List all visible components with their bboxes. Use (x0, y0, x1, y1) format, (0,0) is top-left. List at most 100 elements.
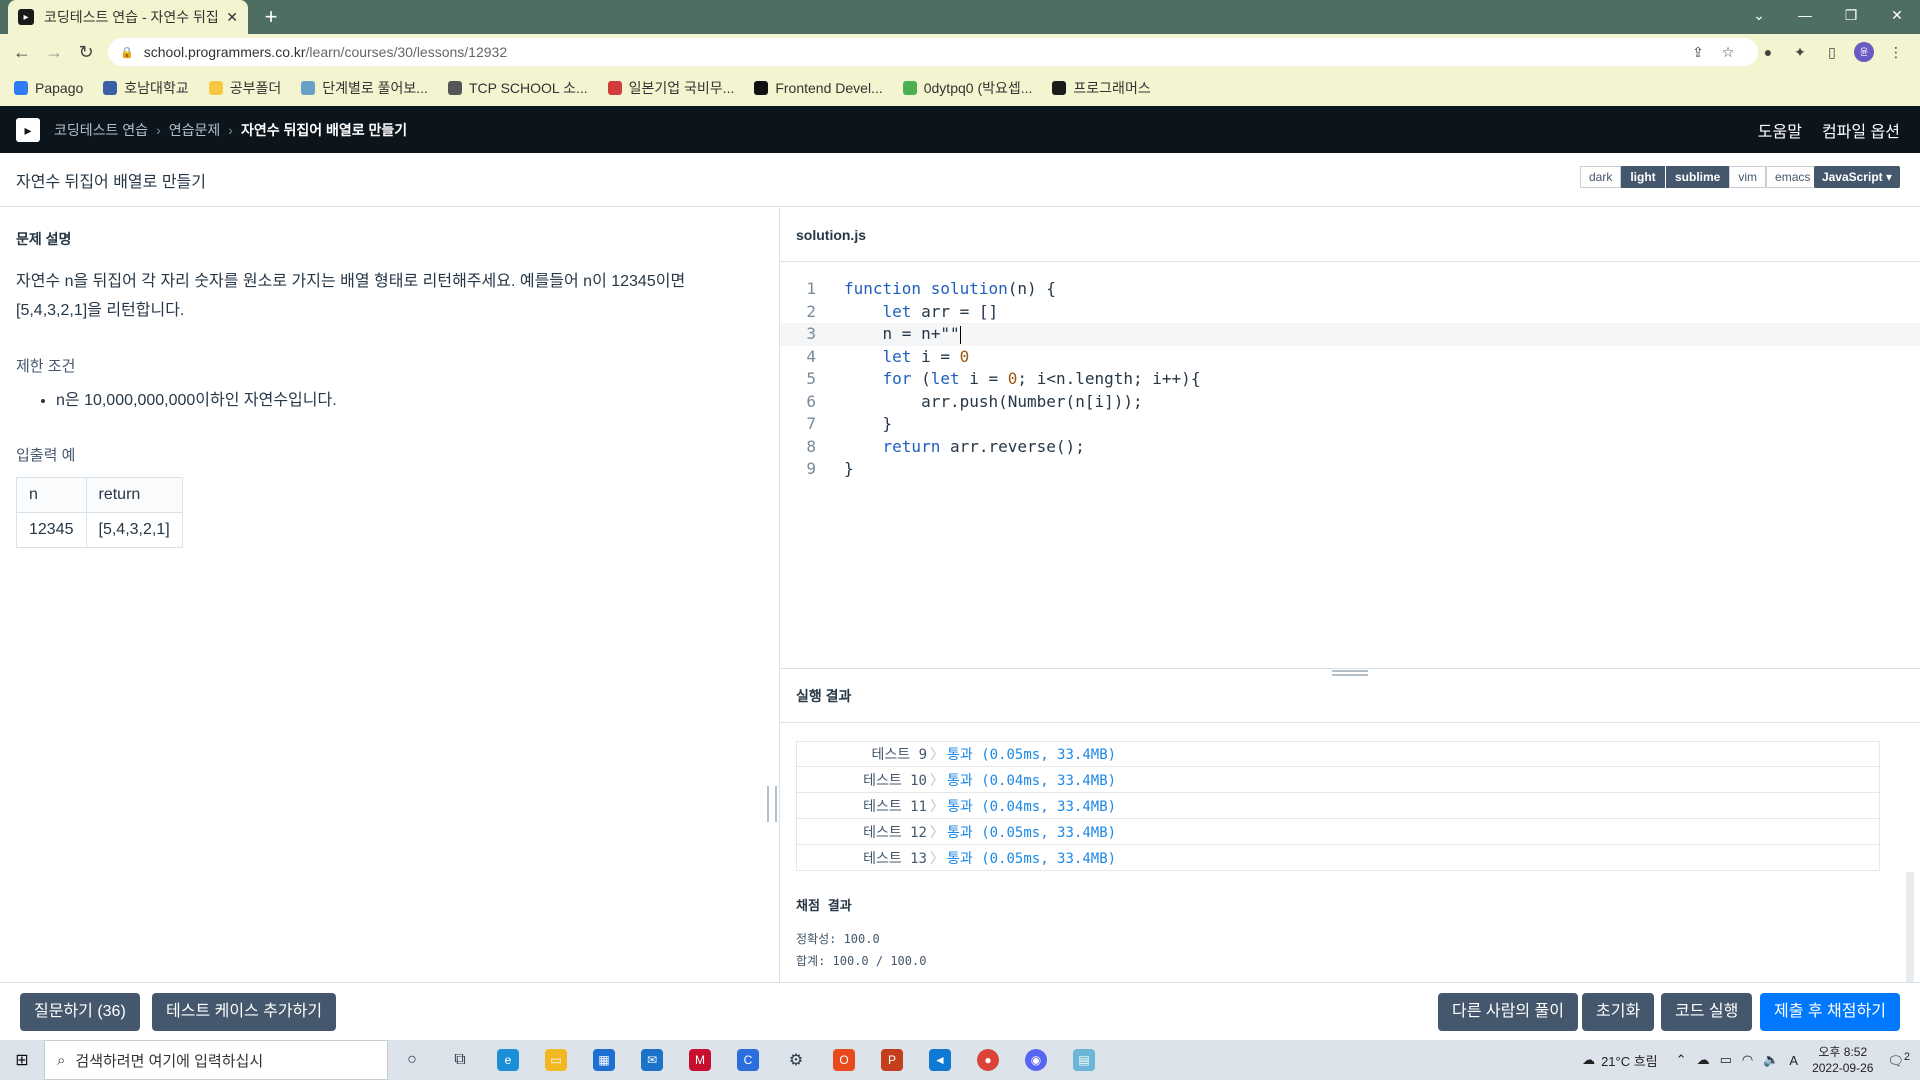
battery-icon[interactable]: ▭ (1720, 1052, 1732, 1068)
menu-kebab-icon[interactable]: ⋮ (1886, 42, 1906, 62)
filename: solution.js (796, 226, 866, 243)
chevron-right-icon: 〉 (930, 824, 944, 841)
problem-heading: 문제 설명 (16, 231, 72, 247)
ime-icon[interactable]: A (1789, 1053, 1798, 1068)
task-view-icon[interactable]: ⧉ (436, 1040, 484, 1080)
run-code-button[interactable]: 코드 실행 (1661, 993, 1753, 1031)
share-icon[interactable]: ⇪ (1688, 42, 1708, 62)
bookmark-label: 단계별로 풀어보... (322, 80, 428, 96)
bookmark-item[interactable]: 일본기업 국비무... (607, 78, 734, 98)
app-c-icon[interactable]: C (724, 1040, 772, 1080)
browser-tab-strip: ▸ 코딩테스트 연습 - 자연수 뒤집 ✕ + ⌄ — ❐ ✕ (0, 0, 1920, 34)
bookmark-item[interactable]: 단계별로 풀어보... (301, 78, 428, 98)
url-field[interactable]: 🔒 school.programmers.co.kr/learn/courses… (108, 38, 1758, 66)
bookmark-item[interactable]: TCP SCHOOL 소... (447, 78, 588, 98)
edge-icon[interactable]: e (484, 1040, 532, 1080)
clock[interactable]: 오후 8:52 2022-09-26 (1812, 1044, 1873, 1076)
url-host: school.programmers.co.kr (143, 44, 306, 60)
tray-chevron-up-icon[interactable]: ⌃ (1676, 1052, 1687, 1068)
problem-panel: 문제 설명 자연수 n을 뒤집어 각 자리 숫자를 원소로 가지는 배열 형태로… (0, 208, 779, 982)
programmers-favicon-icon: ▸ (18, 9, 34, 25)
chrome-icon[interactable]: ● (964, 1040, 1012, 1080)
result-label: 테스트 9 (871, 747, 928, 763)
result-status: 통과 (0.04ms, 33.4MB) (947, 798, 1117, 815)
mail-icon[interactable]: ✉ (628, 1040, 676, 1080)
bookmark-favicon-icon (447, 81, 462, 95)
taskbar-search-placeholder: 검색하려면 여기에 입력하십시 (75, 1052, 264, 1070)
problem-desc-line2: [5,4,3,2,1]을 리턴합니다. (16, 302, 185, 319)
compile-options-link[interactable]: 컴파일 옵션 (1822, 118, 1900, 142)
bookmark-star-icon[interactable]: ☆ (1718, 42, 1738, 62)
code-line: 7 } (780, 413, 1920, 436)
bookmark-item[interactable]: Frontend Devel... (754, 80, 883, 96)
back-icon[interactable]: ← (10, 40, 34, 64)
help-link[interactable]: 도움말 (1758, 118, 1802, 142)
add-testcase-button[interactable]: 테스트 케이스 추가하기 (152, 993, 337, 1031)
close-window-button[interactable]: ✕ (1874, 0, 1920, 30)
breadcrumb-coding-test[interactable]: 코딩테스트 연습 (54, 120, 148, 140)
keymap-emacs-button[interactable]: emacs (1766, 166, 1820, 188)
results-resize-handle[interactable] (1332, 670, 1368, 676)
discord-icon[interactable]: ◉ (1012, 1040, 1060, 1080)
browser-tab[interactable]: ▸ 코딩테스트 연습 - 자연수 뒤집 ✕ (8, 0, 248, 34)
bookmark-item[interactable]: Papago (14, 80, 83, 96)
theme-toggle: dark light (1580, 166, 1665, 188)
reload-icon[interactable]: ↻ (74, 40, 98, 64)
breadcrumb-practice[interactable]: 연습문제 (169, 120, 221, 140)
code-text: } (844, 414, 893, 433)
notification-icon[interactable]: 🗨2 (1887, 1051, 1910, 1069)
result-label: 테스트 10 (863, 772, 927, 789)
bookmark-item[interactable]: 공부폴더 (208, 78, 281, 98)
language-select[interactable]: JavaScript ▾ (1813, 166, 1900, 188)
windows-start-icon[interactable]: ⊞ (0, 1040, 44, 1080)
vscode-icon[interactable]: ◄ (916, 1040, 964, 1080)
url-path: /learn/courses/30/lessons/12932 (305, 44, 508, 60)
reset-button[interactable]: 초기화 (1582, 993, 1655, 1031)
office-icon[interactable]: O (820, 1040, 868, 1080)
close-tab-icon[interactable]: ✕ (226, 9, 238, 26)
taskbar-search-input[interactable]: ⌕ 검색하려면 여기에 입력하십시 (44, 1040, 388, 1080)
weather-text[interactable]: 21°C 흐림 (1601, 1051, 1658, 1070)
puzzle-icon[interactable]: ✦ (1790, 42, 1810, 62)
notepad-icon[interactable]: ▤ (1060, 1040, 1108, 1080)
keymap-vim-button[interactable]: vim (1729, 166, 1767, 188)
keymap-sublime-button[interactable]: sublime (1666, 166, 1730, 188)
mcafee-icon[interactable]: M (676, 1040, 724, 1080)
sidepanel-icon[interactable]: ▯ (1822, 42, 1842, 62)
bookmark-item[interactable]: 프로그래머스 (1052, 78, 1151, 98)
score-summary: 채점 결과 정확성: 100.0 합계: 100.0 / 100.0 (796, 896, 926, 972)
keymap-toggle: sublime vim emacs (1666, 166, 1820, 188)
powerpoint-icon[interactable]: P (868, 1040, 916, 1080)
restore-button[interactable]: ❐ (1828, 0, 1874, 30)
file-explorer-icon[interactable]: ▭ (532, 1040, 580, 1080)
weather-cloud-icon[interactable]: ☁ (1582, 1052, 1595, 1068)
lock-icon: 🔒 (120, 46, 134, 59)
results-scrollbar[interactable] (1906, 872, 1914, 982)
minimize-button[interactable]: — (1782, 0, 1828, 30)
theme-light-button[interactable]: light (1621, 166, 1665, 188)
code-editor[interactable]: 1 function solution(n) { 2 let arr = [] 3… (780, 278, 1920, 658)
programmers-logo-icon[interactable]: ▸ (16, 117, 40, 142)
new-tab-button[interactable]: + (258, 4, 284, 30)
settings-icon[interactable]: ⚙ (772, 1040, 820, 1080)
profile-avatar[interactable]: 윤 (1854, 42, 1874, 62)
panel-resize-handle[interactable] (767, 786, 777, 822)
result-row: 테스트 10 〉 통과 (0.04ms, 33.4MB) (796, 767, 1880, 793)
theme-dark-button[interactable]: dark (1580, 166, 1622, 188)
bookmark-item[interactable]: 0dytpq0 (박요셉... (902, 78, 1032, 98)
volume-icon[interactable]: 🔈 (1763, 1052, 1779, 1068)
cortana-icon[interactable]: ○ (388, 1040, 436, 1080)
others-solution-button[interactable]: 다른 사람의 풀이 (1438, 993, 1578, 1031)
bookmark-item[interactable]: 호남대학교 (103, 78, 189, 98)
submit-button[interactable]: 제출 후 채점하기 (1760, 993, 1900, 1031)
lesson-title: 자연수 뒤집어 배열로 만들기 (16, 173, 206, 191)
ask-question-button[interactable]: 질문하기 (36) (20, 993, 140, 1031)
forward-icon[interactable]: → (42, 40, 66, 64)
tab-search-icon[interactable]: ⌄ (1736, 0, 1782, 30)
store-icon[interactable]: ▦ (580, 1040, 628, 1080)
onedrive-icon[interactable]: ☁ (1697, 1052, 1710, 1068)
extension-icon[interactable]: ● (1758, 42, 1778, 62)
code-text: for (let i = 0; i<n.length; i++){ (882, 369, 1201, 388)
wifi-icon[interactable]: ◠ (1742, 1052, 1753, 1068)
io-heading: 입출력 예 (16, 447, 76, 464)
